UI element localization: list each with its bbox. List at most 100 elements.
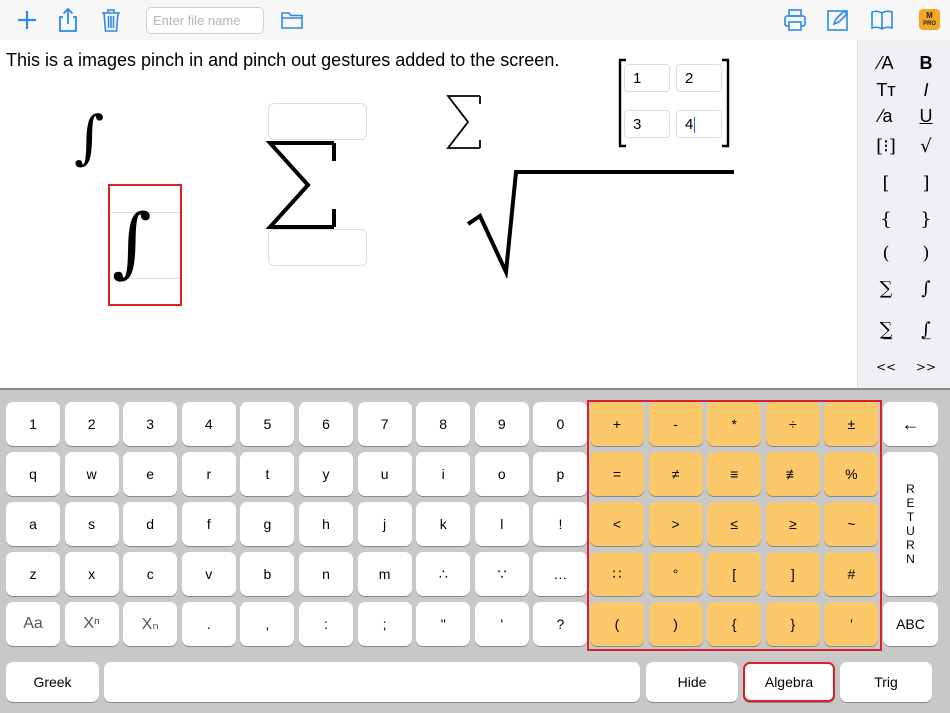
share-icon[interactable] <box>54 6 82 34</box>
key-r4-c3[interactable]: c <box>123 552 178 596</box>
algebra-key-r1-c5[interactable]: ± <box>824 402 879 446</box>
algebra-key-r1-c1[interactable]: + <box>590 402 644 446</box>
palette-sqrt-button[interactable]: √ <box>906 133 946 159</box>
key-r2-c6[interactable]: y <box>299 452 353 496</box>
key-r1-c2[interactable]: 2 <box>64 402 119 446</box>
key-r4-c8[interactable]: ∴ <box>416 552 471 596</box>
matrix-cell-4[interactable]: 4 <box>676 110 722 138</box>
palette-prev-page-button[interactable]: << <box>866 354 906 380</box>
sigma-upper-limit-field[interactable] <box>268 103 367 140</box>
edit-icon[interactable] <box>824 6 852 34</box>
key-r2-c3[interactable]: e <box>123 452 178 496</box>
trig-key[interactable]: Trig <box>840 662 932 702</box>
key-r4-c1[interactable]: z <box>6 552 60 596</box>
palette-paren-left-button[interactable]: ( <box>866 240 906 266</box>
key-r2-c5[interactable]: t <box>240 452 295 496</box>
algebra-key-r3-c2[interactable]: > <box>648 502 703 546</box>
trash-icon[interactable] <box>97 6 125 34</box>
algebra-key-r1-c3[interactable]: * <box>707 402 762 446</box>
palette-integral-button[interactable]: ∫ <box>906 275 946 301</box>
key-r5-c9[interactable]: ' <box>474 602 529 646</box>
key-r5-c2[interactable]: Xⁿ <box>64 602 119 646</box>
key-r1-c8[interactable]: 8 <box>416 402 471 446</box>
algebra-key-r2-c4[interactable]: ≢ <box>765 452 820 496</box>
algebra-key-r3-c4[interactable]: ≥ <box>765 502 820 546</box>
key-r5-c7[interactable]: ; <box>357 602 412 646</box>
key-r2-c10[interactable]: p <box>533 452 588 496</box>
algebra-key-r3-c5[interactable]: ~ <box>824 502 879 546</box>
algebra-key-r5-c3[interactable]: { <box>707 602 762 646</box>
algebra-key-r1-c4[interactable]: ÷ <box>765 402 820 446</box>
backspace-key[interactable]: ← <box>883 402 938 446</box>
space-key[interactable] <box>104 662 640 702</box>
key-r2-c4[interactable]: r <box>181 452 236 496</box>
key-r5-c1[interactable]: Aa <box>6 602 60 646</box>
key-r1-c9[interactable]: 9 <box>474 402 529 446</box>
greek-key[interactable]: Greek <box>6 662 99 702</box>
hide-key[interactable]: Hide <box>646 662 738 702</box>
key-r4-c6[interactable]: n <box>299 552 353 596</box>
pro-badge-icon[interactable]: M PRO <box>919 9 940 30</box>
key-r3-c6[interactable]: h <box>299 502 353 546</box>
key-r1-c6[interactable]: 6 <box>299 402 353 446</box>
key-r4-c4[interactable]: v <box>181 552 236 596</box>
selected-integral-box[interactable]: ∫ <box>108 184 182 306</box>
palette-bracket-left-button[interactable]: [ <box>866 170 906 196</box>
algebra-key-r2-c2[interactable]: ≠ <box>648 452 703 496</box>
key-r3-c3[interactable]: d <box>123 502 178 546</box>
palette-brace-right-button[interactable]: } <box>906 206 946 232</box>
plus-icon[interactable] <box>13 6 41 34</box>
palette-paren-right-button[interactable]: ) <box>906 240 946 266</box>
sigma-symbol-small[interactable] <box>446 94 482 150</box>
key-r3-c7[interactable]: j <box>357 502 412 546</box>
algebra-key-r2-c5[interactable]: % <box>824 452 879 496</box>
matrix-cell-1[interactable]: 1 <box>624 64 670 92</box>
print-icon[interactable] <box>781 6 809 34</box>
key-r1-c3[interactable]: 3 <box>123 402 178 446</box>
algebra-key-r2-c1[interactable]: = <box>590 452 644 496</box>
algebra-key-r5-c1[interactable]: ( <box>590 602 644 646</box>
algebra-key-r4-c5[interactable]: # <box>824 552 879 596</box>
algebra-key-r4-c1[interactable]: ∷ <box>590 552 644 596</box>
key-r3-c9[interactable]: l <box>474 502 529 546</box>
palette-bracket-right-button[interactable]: ] <box>906 170 946 196</box>
algebra-key-r5-c5[interactable]: ′ <box>824 602 879 646</box>
key-r5-c3[interactable]: Xₙ <box>123 602 178 646</box>
editor-canvas[interactable]: This is a images pinch in and pinch out … <box>0 40 857 388</box>
key-r2-c9[interactable]: o <box>474 452 529 496</box>
key-r2-c7[interactable]: u <box>357 452 412 496</box>
key-r5-c5[interactable]: , <box>240 602 295 646</box>
key-r2-c2[interactable]: w <box>64 452 119 496</box>
algebra-tab-key[interactable]: Algebra <box>743 662 835 702</box>
algebra-key-r1-c2[interactable]: - <box>648 402 703 446</box>
key-r5-c8[interactable]: " <box>416 602 471 646</box>
key-r3-c4[interactable]: f <box>181 502 236 546</box>
algebra-key-r5-c2[interactable]: ) <box>648 602 703 646</box>
palette-sigma-button[interactable]: ∑ <box>866 275 906 301</box>
key-r1-c4[interactable]: 4 <box>181 402 236 446</box>
key-r1-c5[interactable]: 5 <box>240 402 295 446</box>
key-r4-c5[interactable]: b <box>240 552 295 596</box>
algebra-key-r4-c3[interactable]: [ <box>707 552 762 596</box>
palette-font-color-button[interactable]: ⁄A <box>866 50 906 76</box>
return-key[interactable]: RETURN <box>883 452 938 596</box>
key-r1-c1[interactable]: 1 <box>6 402 60 446</box>
matrix-cell-2[interactable]: 2 <box>676 64 722 92</box>
key-r5-c4[interactable]: . <box>181 602 236 646</box>
palette-font-size-button[interactable]: Tт <box>866 77 906 103</box>
palette-next-page-button[interactable]: >> <box>906 354 946 380</box>
key-r2-c1[interactable]: q <box>6 452 60 496</box>
key-r5-c6[interactable]: : <box>299 602 353 646</box>
palette-highlight-button[interactable]: ⁄a <box>866 103 906 129</box>
key-r3-c2[interactable]: s <box>64 502 119 546</box>
key-r4-c10[interactable]: … <box>533 552 588 596</box>
key-r4-c2[interactable]: x <box>64 552 119 596</box>
palette-brace-left-button[interactable]: { <box>866 206 906 232</box>
key-r1-c10[interactable]: 0 <box>533 402 588 446</box>
key-r5-c10[interactable]: ? <box>533 602 588 646</box>
key-r1-c7[interactable]: 7 <box>357 402 412 446</box>
algebra-key-r4-c4[interactable]: ] <box>765 552 820 596</box>
key-r3-c10[interactable]: ! <box>533 502 588 546</box>
algebra-key-r3-c3[interactable]: ≤ <box>707 502 762 546</box>
algebra-key-r4-c2[interactable]: ° <box>648 552 703 596</box>
